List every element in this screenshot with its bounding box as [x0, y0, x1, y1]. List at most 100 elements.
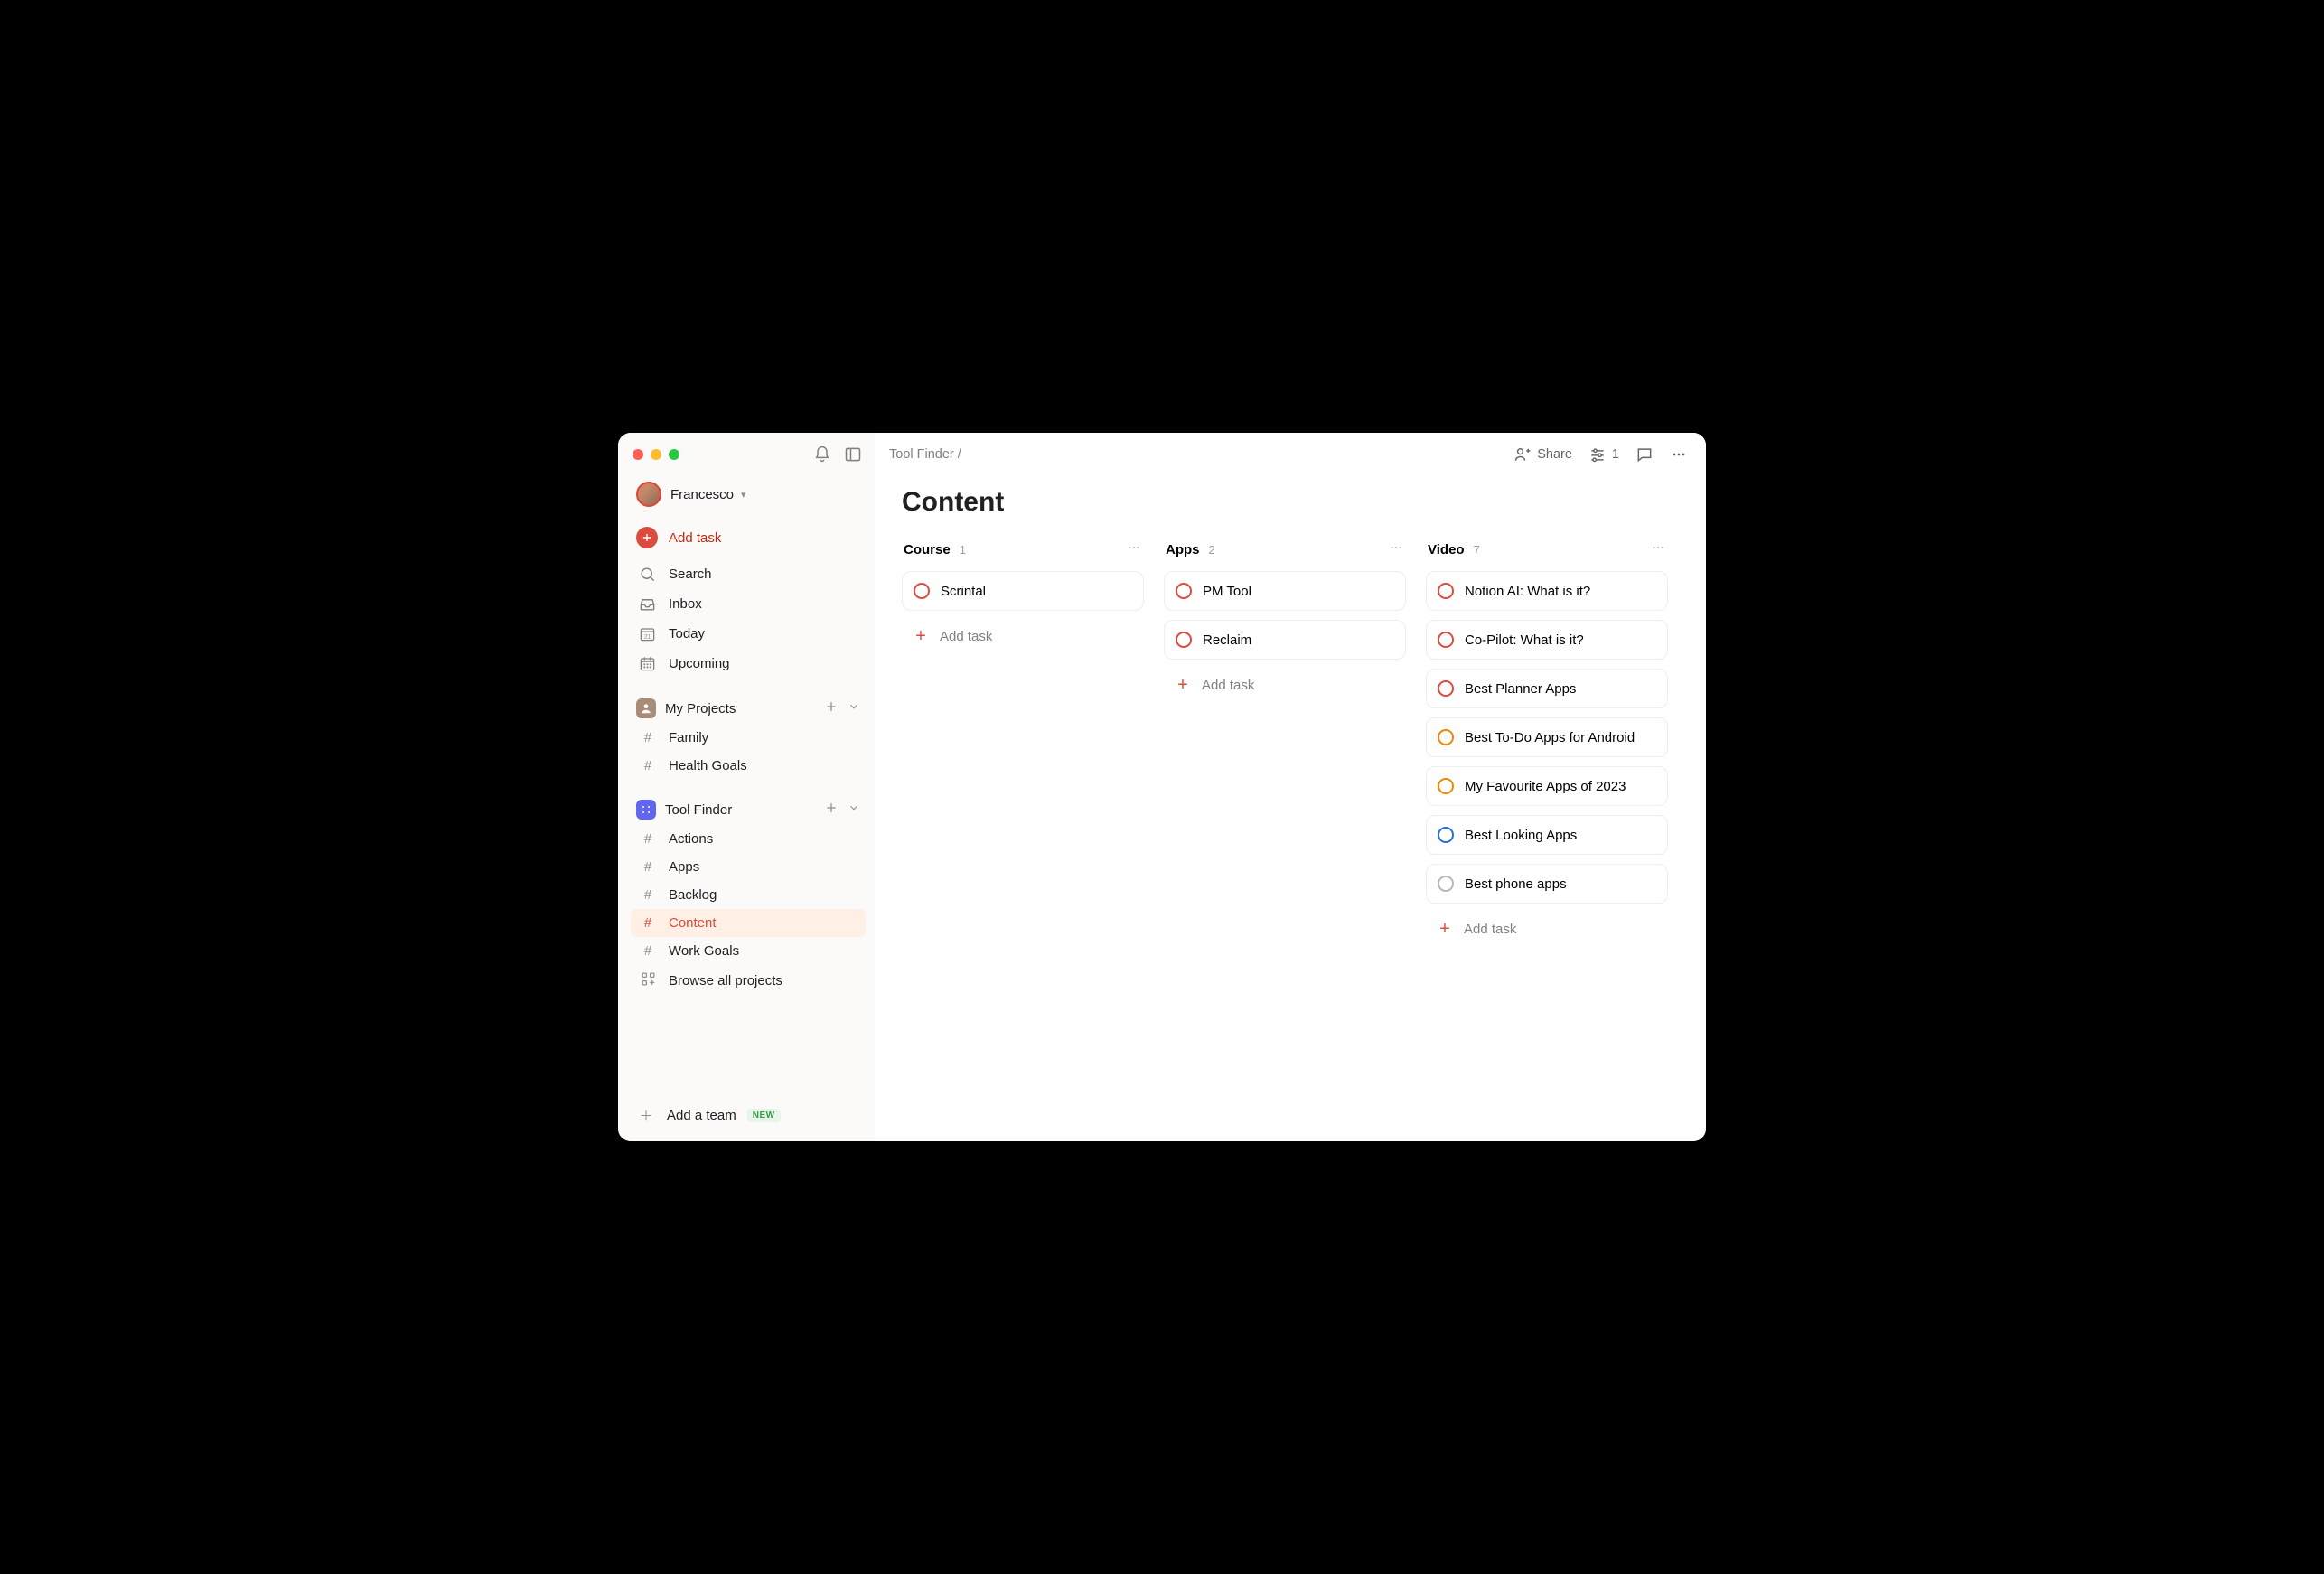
toggle-sidebar-icon[interactable] — [844, 445, 862, 464]
task-card[interactable]: Notion AI: What is it? — [1426, 571, 1668, 611]
breadcrumb[interactable]: Tool Finder / — [889, 447, 961, 462]
task-title: Co-Pilot: What is it? — [1465, 632, 1584, 648]
main-panel: Tool Finder / Share 1 Content — [875, 433, 1706, 1141]
priority-circle-icon[interactable] — [1438, 680, 1454, 697]
sidebar-project-item[interactable]: # Backlog — [631, 881, 866, 909]
section-add-icon[interactable] — [824, 801, 839, 819]
sidebar: Francesco ▾ Add task Search Inbox — [618, 433, 875, 1141]
hash-icon: # — [638, 887, 658, 903]
priority-circle-icon[interactable] — [1438, 583, 1454, 599]
sidebar-project-item[interactable]: # Content — [631, 909, 866, 937]
priority-circle-icon[interactable] — [1176, 632, 1192, 648]
window-zoom-button[interactable] — [669, 449, 679, 460]
hash-icon: # — [638, 831, 658, 847]
priority-circle-icon[interactable] — [1438, 632, 1454, 648]
project-label: Work Goals — [669, 943, 739, 959]
task-card[interactable]: Best Looking Apps — [1426, 815, 1668, 855]
section-icon — [636, 800, 656, 820]
share-label: Share — [1537, 447, 1572, 462]
priority-circle-icon[interactable] — [1438, 827, 1454, 843]
task-card[interactable]: PM Tool — [1164, 571, 1406, 611]
inbox-icon — [636, 595, 658, 613]
nav-search[interactable]: Search — [631, 559, 866, 589]
column-name[interactable]: Apps — [1166, 542, 1200, 557]
workspace-switcher[interactable]: Francesco ▾ — [631, 474, 866, 514]
column-count: 2 — [1209, 543, 1215, 557]
task-title: Best Looking Apps — [1465, 828, 1577, 843]
sidebar-project-item[interactable]: # Work Goals — [631, 937, 866, 965]
new-badge: NEW — [747, 1109, 781, 1122]
priority-circle-icon[interactable] — [1438, 876, 1454, 892]
add-team-label: Add a team — [667, 1108, 736, 1123]
topbar: Tool Finder / Share 1 — [875, 433, 1706, 464]
project-label: Content — [669, 915, 717, 931]
column-more-icon[interactable] — [1388, 539, 1404, 560]
task-title: Notion AI: What is it? — [1465, 584, 1590, 599]
board-column: Apps 2 PM Tool Reclaim + Add task — [1164, 536, 1406, 701]
task-title: Scrintal — [941, 584, 986, 599]
nav-label: Inbox — [669, 596, 702, 612]
task-card[interactable]: My Favourite Apps of 2023 — [1426, 766, 1668, 806]
add-task-button[interactable]: Add task — [631, 520, 866, 556]
section-title: Tool Finder — [665, 802, 732, 818]
sidebar-section-header[interactable]: Tool Finder — [631, 794, 866, 825]
board-column: Course 1 Scrintal + Add task — [902, 536, 1144, 652]
column-name[interactable]: Video — [1428, 542, 1465, 557]
view-options-button[interactable]: 1 — [1588, 445, 1619, 464]
column-count: 7 — [1474, 543, 1480, 557]
task-title: Best To-Do Apps for Android — [1465, 730, 1635, 745]
window-minimize-button[interactable] — [651, 449, 661, 460]
nav-today[interactable]: 21 Today — [631, 619, 866, 649]
section-add-icon[interactable] — [824, 699, 839, 717]
svg-text:21: 21 — [643, 633, 651, 640]
priority-circle-icon[interactable] — [1176, 583, 1192, 599]
calendar-icon — [636, 655, 658, 672]
priority-circle-icon[interactable] — [1438, 778, 1454, 794]
hash-icon: # — [638, 943, 658, 959]
sidebar-project-item[interactable]: # Actions — [631, 825, 866, 853]
app-window: Francesco ▾ Add task Search Inbox — [618, 433, 1706, 1141]
sidebar-project-item[interactable]: # Health Goals — [631, 752, 866, 780]
page-title: Content — [875, 464, 1706, 527]
sidebar-project-item[interactable]: # Apps — [631, 853, 866, 881]
section-collapse-icon[interactable] — [848, 700, 860, 717]
task-card[interactable]: Reclaim — [1164, 620, 1406, 660]
hash-icon: # — [638, 859, 658, 875]
sidebar-project-item[interactable]: # Family — [631, 724, 866, 752]
notifications-icon[interactable] — [813, 445, 831, 464]
add-task-label: Add task — [1464, 922, 1516, 937]
board: Course 1 Scrintal + Add task Apps 2 — [875, 527, 1706, 945]
column-header: Apps 2 — [1164, 536, 1406, 571]
nav-upcoming[interactable]: Upcoming — [631, 649, 866, 679]
task-title: My Favourite Apps of 2023 — [1465, 779, 1626, 794]
window-close-button[interactable] — [633, 449, 643, 460]
column-add-task-button[interactable]: + Add task — [1426, 913, 1668, 945]
add-task-label: Add task — [1202, 678, 1254, 693]
column-add-task-button[interactable]: + Add task — [902, 620, 1144, 652]
task-card[interactable]: Best To-Do Apps for Android — [1426, 717, 1668, 757]
task-card[interactable]: Best phone apps — [1426, 864, 1668, 904]
share-button[interactable]: Share — [1513, 445, 1572, 464]
add-team-button[interactable]: ＋ Add a team NEW — [631, 1099, 866, 1132]
comments-button[interactable] — [1635, 445, 1654, 464]
section-collapse-icon[interactable] — [848, 801, 860, 818]
column-more-icon[interactable] — [1650, 539, 1666, 560]
task-card[interactable]: Best Planner Apps — [1426, 669, 1668, 708]
more-button[interactable] — [1670, 445, 1688, 464]
task-card[interactable]: Scrintal — [902, 571, 1144, 611]
browse-icon — [638, 971, 658, 990]
nav-inbox[interactable]: Inbox — [631, 589, 866, 619]
hash-icon: # — [638, 915, 658, 931]
hash-icon: # — [638, 730, 658, 745]
nav-label: Today — [669, 626, 705, 642]
priority-circle-icon[interactable] — [914, 583, 930, 599]
plus-icon: + — [1175, 676, 1191, 694]
column-name[interactable]: Course — [904, 542, 951, 557]
browse-projects-button[interactable]: Browse all projects — [631, 965, 866, 997]
priority-circle-icon[interactable] — [1438, 729, 1454, 745]
column-add-task-button[interactable]: + Add task — [1164, 669, 1406, 701]
column-more-icon[interactable] — [1126, 539, 1142, 560]
task-card[interactable]: Co-Pilot: What is it? — [1426, 620, 1668, 660]
nav-label: Upcoming — [669, 656, 730, 671]
sidebar-section-header[interactable]: My Projects — [631, 693, 866, 724]
